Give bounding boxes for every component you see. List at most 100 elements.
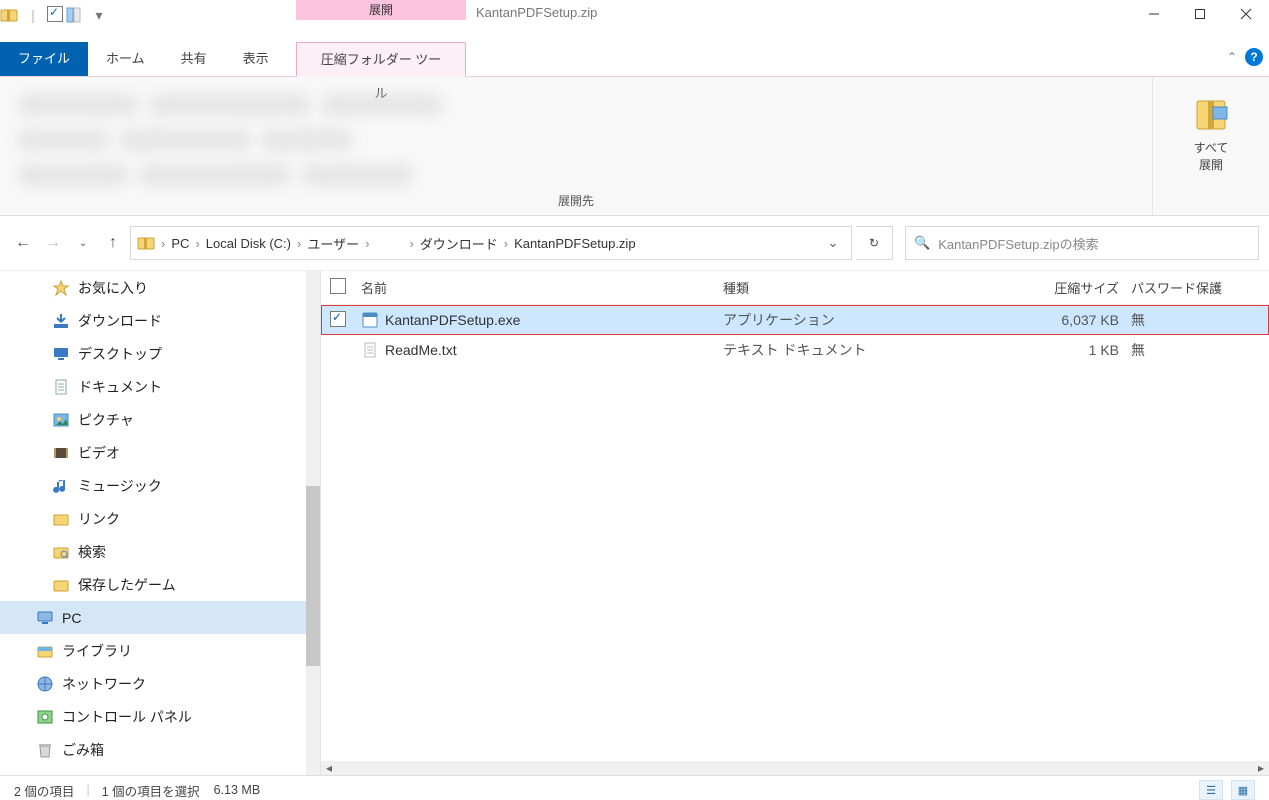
window-title: KantanPDFSetup.zip: [476, 5, 597, 20]
tree-item-pc[interactable]: PC: [0, 601, 306, 634]
properties-icon[interactable]: [66, 7, 88, 23]
search-icon: [52, 543, 70, 561]
chevron-right-icon[interactable]: ›: [363, 236, 371, 251]
file-hscrollbar[interactable]: ◂ ▸: [321, 761, 1269, 775]
tree-item-label: ミュージック: [78, 476, 162, 496]
game-icon: [52, 576, 70, 594]
music-icon: [52, 477, 70, 495]
file-name: ReadMe.txt: [385, 342, 457, 358]
ribbon-group-destinations: 展開先: [0, 77, 1152, 215]
header-password[interactable]: パスワード保護: [1131, 278, 1269, 297]
search-box[interactable]: 🔍 KantanPDFSetup.zipの検索: [905, 226, 1259, 260]
tree-item-net[interactable]: ネットワーク: [0, 667, 306, 700]
row-checkbox[interactable]: [321, 311, 355, 330]
file-type: テキスト ドキュメント: [723, 340, 965, 360]
chevron-right-icon[interactable]: ›: [407, 236, 415, 251]
scroll-left-icon[interactable]: ◂: [321, 761, 337, 775]
tab-home[interactable]: ホーム: [88, 42, 163, 76]
file-name: KantanPDFSetup.exe: [385, 312, 520, 328]
download-icon: [52, 312, 70, 330]
tree-item-lib[interactable]: ライブラリ: [0, 634, 306, 667]
refresh-button[interactable]: ↻: [856, 226, 893, 260]
nav-recent-dropdown[interactable]: ⌄: [70, 228, 96, 258]
tree-item-pic[interactable]: ピクチャ: [0, 403, 306, 436]
tree-item-link[interactable]: リンク: [0, 502, 306, 535]
tree-item-desktop[interactable]: デスクトップ: [0, 337, 306, 370]
quick-access-toolbar: | ▾: [0, 0, 110, 30]
address-dropdown-icon[interactable]: ⌄: [821, 235, 845, 251]
scroll-right-icon[interactable]: ▸: [1253, 761, 1269, 775]
nav-forward-button[interactable]: →: [40, 228, 66, 258]
tab-file[interactable]: ファイル: [0, 42, 88, 76]
view-details-button[interactable]: ☰: [1199, 780, 1223, 800]
tree-scroll-thumb[interactable]: [306, 486, 320, 666]
tree-item-trash[interactable]: ごみ箱: [0, 733, 306, 766]
column-headers: ⌃ 名前 種類 圧縮サイズ パスワード保護: [321, 271, 1269, 305]
tree-item-doc[interactable]: ドキュメント: [0, 370, 306, 403]
crumb-disk[interactable]: Local Disk (C:): [206, 236, 291, 251]
txt-icon: [361, 341, 379, 359]
file-type: アプリケーション: [723, 310, 965, 330]
lib-icon: [36, 642, 54, 660]
header-name[interactable]: ⌃ 名前: [355, 278, 723, 297]
view-icons-button[interactable]: ▦: [1231, 780, 1255, 800]
help-icon[interactable]: ?: [1245, 48, 1263, 66]
tree-item-video[interactable]: ビデオ: [0, 436, 306, 469]
tree-scrollbar[interactable]: [306, 271, 320, 775]
tree-item-download[interactable]: ダウンロード: [0, 304, 306, 337]
tab-view[interactable]: 表示: [225, 42, 287, 76]
tree-item-label: ピクチャ: [78, 410, 134, 430]
tree-item-label: ライブラリ: [62, 641, 132, 661]
close-button[interactable]: [1223, 0, 1269, 28]
nav-up-button[interactable]: ↑: [100, 228, 126, 258]
tree-item-music[interactable]: ミュージック: [0, 469, 306, 502]
tree-item-search[interactable]: 検索: [0, 535, 306, 568]
navigation-bar: ← → ⌄ ↑ › PC › Local Disk (C:) › ユーザー › …: [0, 216, 1269, 271]
chevron-right-icon[interactable]: ›: [159, 236, 167, 251]
pc-icon: [36, 609, 54, 627]
cpl-icon: [36, 708, 54, 726]
zip-folder-icon: [0, 6, 22, 24]
tree-item-game[interactable]: 保存したゲーム: [0, 568, 306, 601]
minimize-button[interactable]: [1131, 0, 1177, 28]
file-row[interactable]: KantanPDFSetup.exeアプリケーション6,037 KB無: [321, 305, 1269, 335]
extract-all-label-2: 展開: [1199, 156, 1223, 173]
file-size: 6,037 KB: [965, 312, 1131, 328]
header-type[interactable]: 種類: [723, 278, 965, 297]
file-size: 1 KB: [965, 342, 1131, 358]
chevron-right-icon[interactable]: ›: [193, 236, 201, 251]
crumb-users[interactable]: ユーザー: [307, 234, 359, 253]
ribbon-collapse-icon[interactable]: ⌃: [1227, 50, 1237, 64]
chevron-right-icon[interactable]: ›: [502, 236, 510, 251]
tree-item-label: ドキュメント: [78, 377, 162, 397]
sort-ascending-icon: ⌃: [515, 271, 523, 279]
ribbon: 展開先 すべて 展開: [0, 77, 1269, 216]
header-check-all[interactable]: [321, 278, 355, 297]
address-bar[interactable]: › PC › Local Disk (C:) › ユーザー › › ダウンロード…: [130, 226, 852, 260]
tab-share[interactable]: 共有: [163, 42, 225, 76]
chevron-right-icon[interactable]: ›: [295, 236, 303, 251]
crumb-downloads[interactable]: ダウンロード: [420, 234, 498, 253]
tree-item-label: リンク: [78, 509, 120, 529]
file-row[interactable]: ReadMe.txt テキスト ドキュメント1 KB無: [321, 335, 1269, 365]
ribbon-tabs: ファイル ホーム 共有 表示 圧縮フォルダー ツール ⌃ ?: [0, 42, 1269, 77]
search-placeholder: KantanPDFSetup.zipの検索: [938, 234, 1098, 253]
qat-dropdown-icon[interactable]: ▾: [88, 7, 110, 24]
tree-item-label: ネットワーク: [62, 674, 146, 694]
nav-back-button[interactable]: ←: [10, 228, 36, 258]
link-icon: [52, 510, 70, 528]
maximize-button[interactable]: [1177, 0, 1223, 28]
tree-item-cpl[interactable]: コントロール パネル: [0, 700, 306, 733]
extract-all-button[interactable]: すべて 展開: [1152, 77, 1269, 215]
file-pwd: 無: [1131, 340, 1269, 360]
header-size[interactable]: 圧縮サイズ: [965, 278, 1131, 297]
checkbox-icon[interactable]: [44, 6, 66, 25]
crumb-archive[interactable]: KantanPDFSetup.zip: [514, 236, 635, 251]
tree-item-label: ビデオ: [78, 443, 120, 463]
tree-item-star[interactable]: お気に入り: [0, 271, 306, 304]
exe-icon: [361, 311, 379, 329]
title-bar: | ▾ 展開 KantanPDFSetup.zip: [0, 0, 1269, 42]
tree-item-label: PC: [62, 610, 81, 626]
tab-compressed-tools[interactable]: 圧縮フォルダー ツール: [296, 42, 466, 77]
crumb-pc[interactable]: PC: [171, 236, 189, 251]
